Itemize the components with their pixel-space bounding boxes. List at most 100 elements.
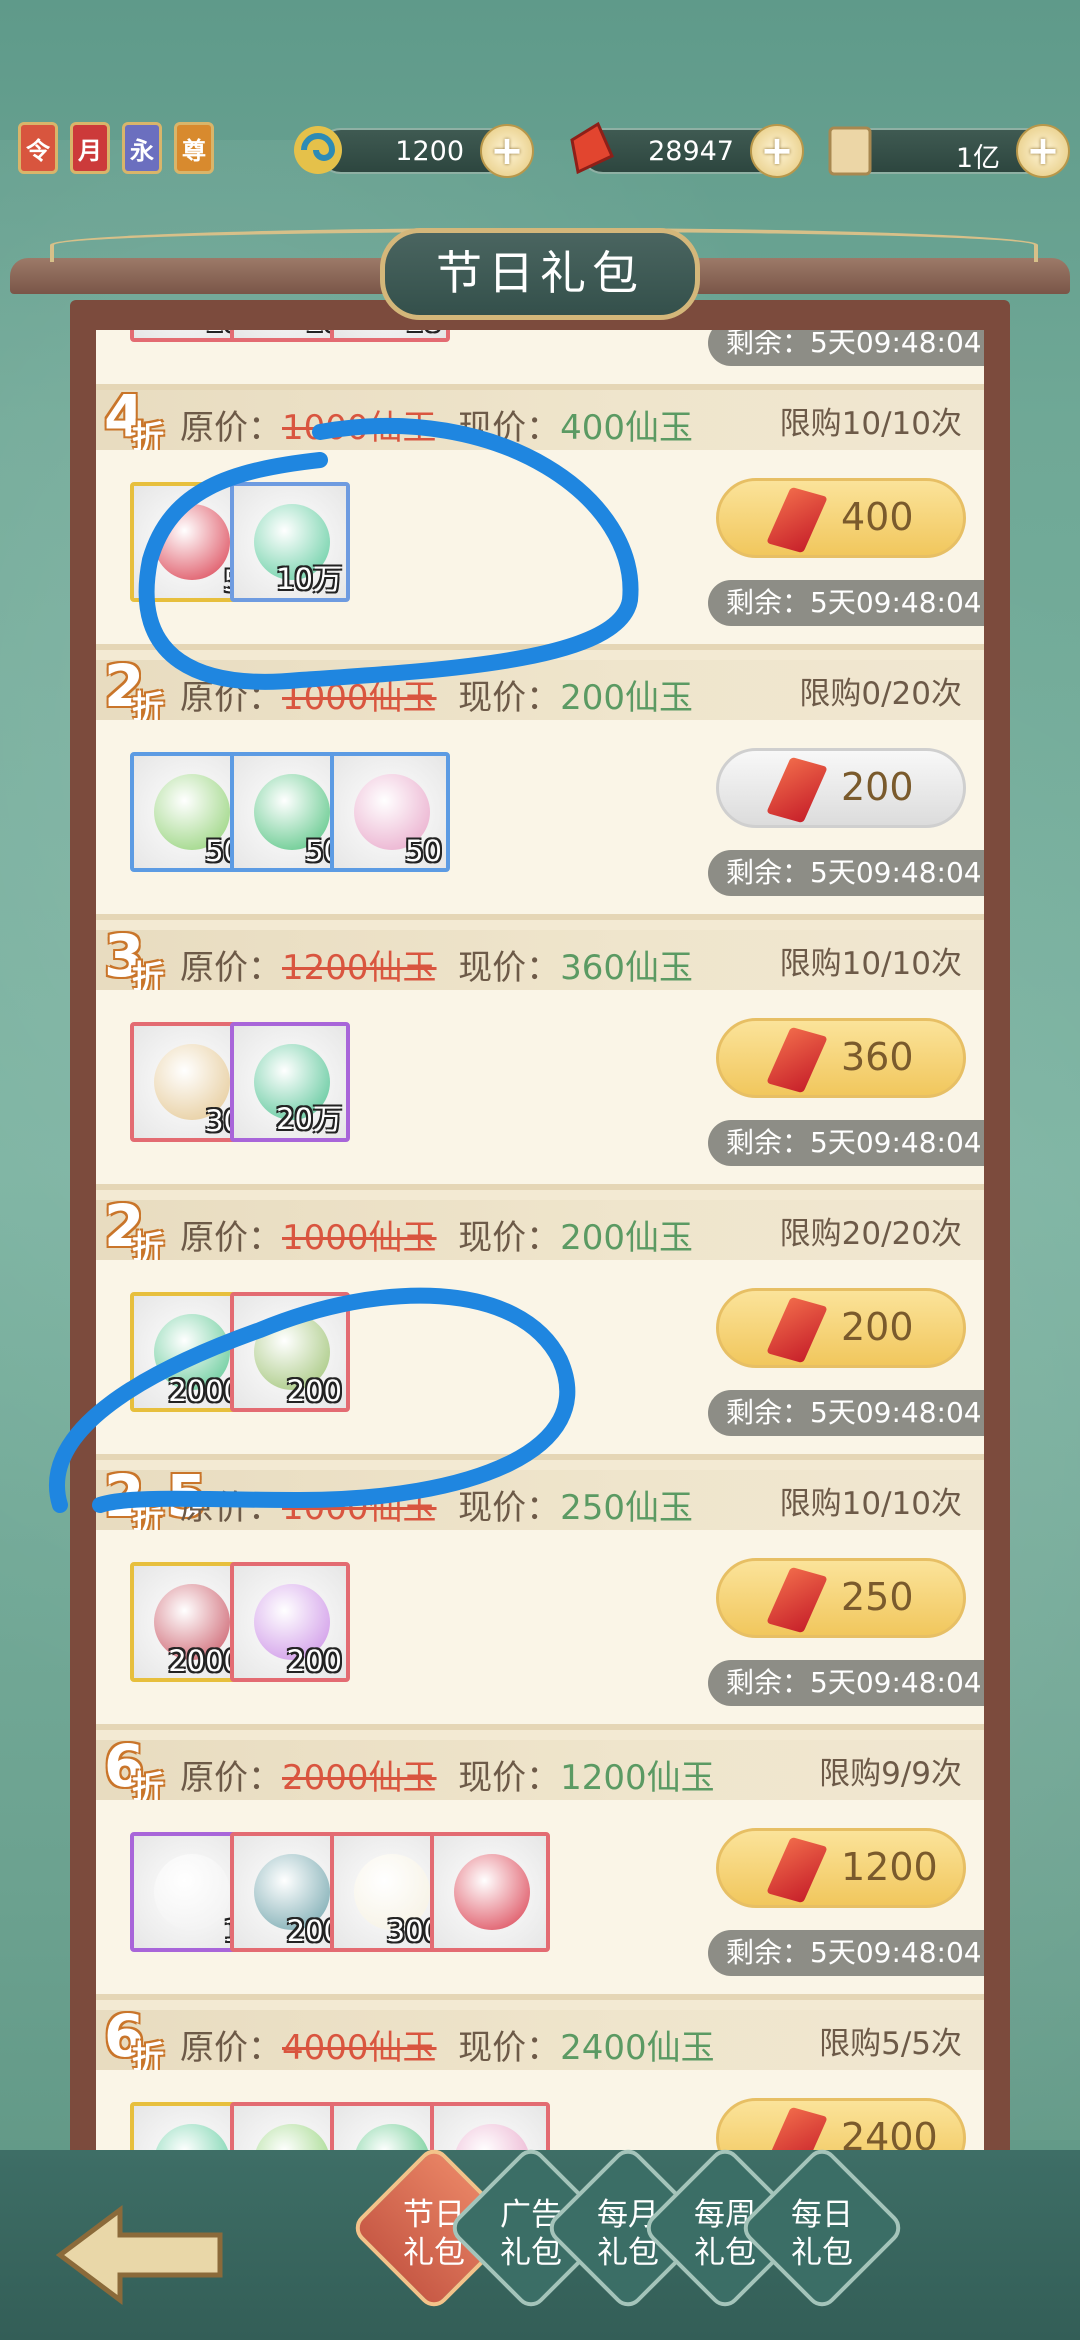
pack-header: 2.5 折 原价：1000仙玉 现价：250仙玉 限购10/10次 (96, 1462, 984, 1536)
pack-card: 6 折 原价：2000仙玉 现价：1200仙玉 限购9/9次 1 200 300… (96, 1732, 984, 2000)
discount-badge: 6 折 (104, 1732, 165, 1806)
add-jade-button[interactable]: + (750, 124, 804, 178)
pack-list[interactable]: 10 10 10 剩余：5天09:48:04 4 折 原价：1000仙玉 现价：… (96, 330, 984, 2170)
price-line: 原价：4000仙玉 现价：2400仙玉 (180, 2028, 715, 2068)
jade-value: 28947 (648, 136, 734, 167)
pack-body: 10 10 10 剩余：5天09:48:04 (96, 330, 984, 390)
badge-zun[interactable]: 尊 (174, 122, 214, 174)
current-price: 250仙玉 (560, 1488, 694, 1528)
top-bar: 令 月 永 尊 1200 + 28947 + 1亿 + (0, 110, 1080, 190)
price-line: 原价：2000仙玉 现价：1200仙玉 (180, 1758, 715, 1798)
discount-badge: 2 折 (104, 652, 165, 726)
price-line: 原价：1000仙玉 现价：200仙玉 (180, 678, 694, 718)
buy-price: 1200 (841, 1845, 938, 1889)
item-art-icon (454, 1854, 530, 1930)
item-count: 200 (286, 1644, 342, 1678)
pack-item[interactable]: 50 (330, 752, 450, 872)
red-jade-icon (564, 120, 620, 180)
tab-label: 每日 礼包 (791, 2197, 853, 2271)
purchase-limit: 限购10/10次 (779, 406, 962, 442)
pack-body: 30 20万 360 剩余：5天09:48:04 (96, 990, 984, 1190)
pack-card: 2 折 原价：1000仙玉 现价：200仙玉 限购0/20次 50 50 50 … (96, 652, 984, 920)
pack-item[interactable]: 200 (230, 1562, 350, 1682)
buy-price: 200 (841, 1305, 914, 1349)
buy-button[interactable]: 360 (716, 1018, 966, 1098)
buy-button[interactable]: 200 (716, 748, 966, 828)
price-line: 原价：1200仙玉 现价：360仙玉 (180, 948, 694, 988)
remaining-time: 剩余：5天09:48:04 (708, 330, 984, 366)
red-jade-icon (766, 1566, 828, 1634)
remaining-time: 剩余：5天09:48:04 (708, 850, 984, 896)
current-price: 1200仙玉 (560, 1758, 715, 1798)
red-jade-icon (766, 1026, 828, 1094)
buy-button[interactable]: 400 (716, 478, 966, 558)
pack-card-partial: 10 10 10 剩余：5天09:48:04 (96, 330, 984, 390)
pack-header: 2 折 原价：1000仙玉 现价：200仙玉 限购20/20次 (96, 1192, 984, 1266)
original-price: 1000仙玉 (282, 1488, 437, 1528)
add-scroll-button[interactable]: + (1016, 124, 1070, 178)
pack-card: 2.5 折 原价：1000仙玉 现价：250仙玉 限购10/10次 2000 2… (96, 1462, 984, 1730)
buy-price: 400 (841, 495, 914, 539)
pack-item[interactable]: 200 (230, 1292, 350, 1412)
original-price: 1000仙玉 (282, 1218, 437, 1258)
purchase-limit: 限购5/5次 (819, 2026, 962, 2062)
current-price: 200仙玉 (560, 678, 694, 718)
pack-header: 6 折 原价：4000仙玉 现价：2400仙玉 限购5/5次 (96, 2002, 984, 2076)
pack-card: 3 折 原价：1200仙玉 现价：360仙玉 限购10/10次 30 20万 3… (96, 922, 984, 1190)
badge-yue[interactable]: 月 (70, 122, 110, 174)
original-price: 1200仙玉 (282, 948, 437, 988)
discount-badge: 2.5 折 (104, 1462, 207, 1536)
pack-card: 4 折 原价：1000仙玉 现价：400仙玉 限购10/10次 5 10万 40… (96, 382, 984, 650)
scroll-icon (822, 120, 878, 180)
current-price: 200仙玉 (560, 1218, 694, 1258)
pack-body: 1 200 300 1200 剩余：5天09:48:04 (96, 1800, 984, 2000)
pack-card: 2 折 原价：1000仙玉 现价：200仙玉 限购20/20次 2000 200… (96, 1192, 984, 1460)
back-arrow-icon[interactable] (40, 2200, 240, 2310)
original-price: 1000仙玉 (282, 408, 437, 448)
purchase-limit: 限购9/9次 (819, 1756, 962, 1792)
pack-item[interactable]: 10 (330, 330, 450, 342)
item-count: 20万 (276, 1102, 342, 1136)
buy-button[interactable]: 200 (716, 1288, 966, 1368)
pack-item[interactable]: 10万 (230, 482, 350, 602)
badge-yong[interactable]: 永 (122, 122, 162, 174)
red-jade-icon (766, 1836, 828, 1904)
buy-price: 360 (841, 1035, 914, 1079)
red-jade-icon (766, 756, 828, 824)
page-title: 节日礼包 (380, 228, 700, 320)
pack-body: 5 10万 400 剩余：5天09:48:04 (96, 450, 984, 650)
scroll-value: 1亿 (955, 143, 1000, 174)
item-count: 200 (286, 1374, 342, 1408)
purchase-limit: 限购0/20次 (799, 676, 962, 712)
resource-jade: 28947 + (570, 121, 804, 178)
price-line: 原价：1000仙玉 现价：200仙玉 (180, 1218, 694, 1258)
swirl-coin-icon (290, 120, 346, 180)
purchase-limit: 限购10/10次 (779, 946, 962, 982)
discount-badge: 4 折 (104, 382, 165, 456)
discount-badge: 2 折 (104, 1192, 165, 1266)
remaining-time: 剩余：5天09:48:04 (708, 1390, 984, 1436)
original-price: 1000仙玉 (282, 678, 437, 718)
purchase-limit: 限购20/20次 (779, 1216, 962, 1252)
item-art-icon (154, 504, 230, 580)
add-coin-button[interactable]: + (480, 124, 534, 178)
item-count: 10万 (276, 562, 342, 596)
pack-header: 3 折 原价：1200仙玉 现价：360仙玉 限购10/10次 (96, 922, 984, 996)
badge-ling[interactable]: 令 (18, 122, 58, 174)
price-line: 原价：1000仙玉 现价：400仙玉 (180, 408, 694, 448)
pack-item[interactable]: 20万 (230, 1022, 350, 1142)
resource-scroll: 1亿 + (828, 124, 1070, 178)
coin-value: 1200 (395, 136, 464, 167)
pack-header: 4 折 原价：1000仙玉 现价：400仙玉 限购10/10次 (96, 382, 984, 456)
buy-price: 250 (841, 1575, 914, 1619)
pack-body: 2000 200 250 剩余：5天09:48:04 (96, 1530, 984, 1730)
current-price: 360仙玉 (560, 948, 694, 988)
remaining-time: 剩余：5天09:48:04 (708, 580, 984, 626)
buy-button[interactable]: 250 (716, 1558, 966, 1638)
pack-item[interactable] (430, 1832, 550, 1952)
original-price: 2000仙玉 (282, 1758, 437, 1798)
buy-button[interactable]: 1200 (716, 1828, 966, 1908)
red-jade-icon (766, 1296, 828, 1364)
original-price: 4000仙玉 (282, 2028, 437, 2068)
pack-body: 50 50 50 200 剩余：5天09:48:04 (96, 720, 984, 920)
